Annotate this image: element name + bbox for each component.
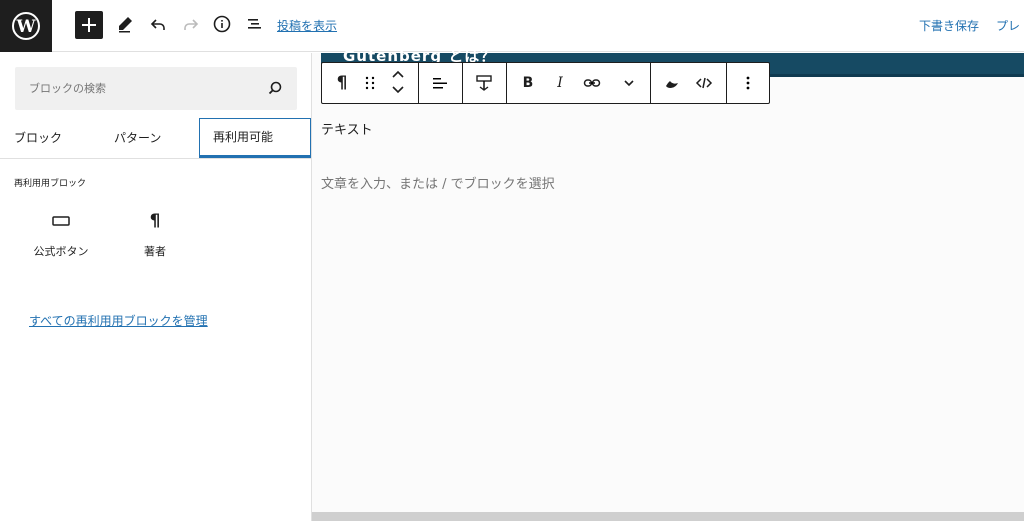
redo-icon[interactable]	[181, 14, 201, 34]
more-options-chevron-icon[interactable]	[619, 73, 639, 93]
preview-button[interactable]: プレ	[996, 17, 1020, 34]
save-draft-button[interactable]: 下書き保存	[919, 17, 979, 34]
view-post-link[interactable]: 投稿を表示	[277, 17, 337, 34]
block-label: 公式ボタン	[33, 245, 89, 258]
svg-text:W: W	[15, 17, 36, 37]
align-left-icon[interactable]	[430, 73, 450, 93]
bold-icon[interactable]: B	[518, 73, 538, 93]
new-block-placeholder[interactable]: 文章を入力、または / でブロックを選択	[321, 173, 555, 192]
paragraph-block[interactable]: テキスト	[321, 119, 373, 138]
paragraph-icon[interactable]: ¶	[332, 73, 352, 93]
wordpress-logo-icon[interactable]: W	[0, 0, 52, 52]
add-block-button[interactable]	[75, 11, 103, 39]
toolbar-divider	[418, 63, 419, 103]
tab-patterns[interactable]: パターン	[114, 118, 161, 159]
block-label: 著者	[144, 245, 166, 258]
reusable-block-author[interactable]: ¶ 著者	[111, 205, 199, 269]
reusable-block-official-button[interactable]: 公式ボタン	[17, 205, 105, 269]
paragraph-icon: ¶	[149, 211, 161, 231]
text-align-icon[interactable]	[474, 73, 494, 93]
move-up-icon[interactable]	[388, 67, 408, 81]
tab-reusable[interactable]: 再利用可能	[199, 118, 311, 158]
block-toolbar: ¶ B I	[321, 62, 770, 104]
editor-header: W 投稿を表示 下書き保存 プレ	[0, 0, 1024, 52]
tab-blocks[interactable]: ブロック	[14, 118, 62, 159]
search-icon[interactable]	[267, 80, 283, 96]
reusable-section-title: 再利用用ブロック	[14, 179, 87, 189]
code-icon[interactable]	[694, 73, 714, 93]
toolbar-divider	[650, 63, 651, 103]
toolbar-divider	[506, 63, 507, 103]
move-down-icon[interactable]	[388, 83, 408, 97]
list-view-icon[interactable]	[245, 14, 265, 34]
block-search-input[interactable]	[15, 67, 255, 110]
manage-reusable-blocks-link[interactable]: すべての再利用用ブロックを管理	[29, 312, 208, 329]
drag-handle-icon[interactable]	[360, 73, 380, 93]
info-icon[interactable]	[212, 14, 232, 34]
plus-icon	[82, 18, 96, 32]
wordpress-logo-svg: W	[12, 12, 40, 40]
block-search	[15, 67, 297, 110]
toolbar-divider	[462, 63, 463, 103]
link-icon[interactable]	[582, 73, 602, 93]
toolbar-divider	[726, 63, 727, 103]
more-vertical-icon[interactable]	[738, 73, 758, 93]
inserter-tabs: ブロック パターン 再利用可能	[0, 118, 311, 159]
button-icon	[17, 205, 105, 237]
horizontal-scrollbar[interactable]	[312, 512, 1024, 521]
italic-icon[interactable]: I	[550, 73, 570, 93]
undo-icon[interactable]	[148, 14, 168, 34]
block-inserter-panel: ブロック パターン 再利用可能 再利用用ブロック 公式ボタン ¶ 著者 すべての…	[0, 53, 312, 521]
pencil-icon[interactable]	[115, 14, 135, 34]
highlight-icon[interactable]	[662, 73, 682, 93]
editor-canvas: Gutenberg とは？ ¶ B I テキスト 文章を入力、または / でブロ…	[312, 47, 1024, 512]
